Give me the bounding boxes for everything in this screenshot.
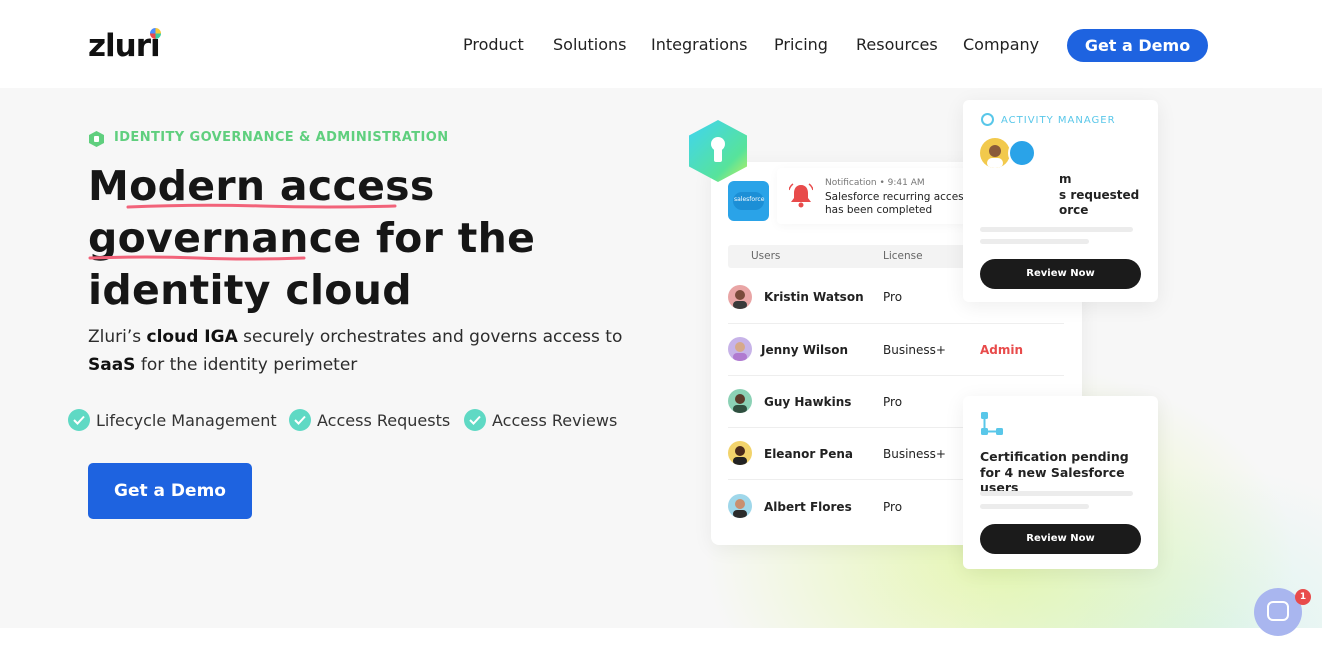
subtitle-text: for the identity perimeter — [135, 355, 358, 375]
zluri-logo[interactable]: zluri — [88, 28, 161, 64]
hero-subtitle: Zluri’s cloud IGA securely orchestrates … — [88, 323, 628, 379]
table-row-name: Eleanor Pena — [764, 447, 854, 461]
table-row-name: Kristin Watson — [764, 290, 864, 304]
feature-access-requests: Access Requests — [289, 409, 450, 431]
logo-dot-icon — [150, 28, 161, 39]
lock-keyhole-stem — [714, 147, 722, 162]
nav-pricing[interactable]: Pricing — [774, 35, 828, 54]
subtitle-text: securely orchestrates and governs access… — [237, 327, 623, 347]
avatar — [980, 138, 1010, 168]
activity-text-line: s requested — [1059, 187, 1140, 202]
avatar — [728, 285, 752, 309]
hero-headline: Modern access governance for the identit… — [88, 160, 608, 316]
activity-text-line: orce — [1059, 203, 1089, 217]
check-icon — [68, 409, 90, 431]
check-icon — [289, 409, 311, 431]
bell-icon — [789, 183, 813, 208]
salesforce-logo-text: salesforce — [734, 196, 765, 203]
feature-lifecycle: Lifecycle Management — [68, 409, 277, 431]
activity-manager-title: ACTIVITY MANAGER — [1001, 115, 1116, 126]
nav-company[interactable]: Company — [963, 35, 1039, 54]
headline-line-3: identity cloud — [88, 266, 412, 314]
table-row-name: Jenny Wilson — [761, 343, 849, 357]
hero-get-demo-button[interactable]: Get a Demo — [88, 463, 252, 519]
avatar — [728, 337, 752, 361]
subtitle-text: Zluri’s — [88, 327, 147, 347]
table-row-name: Guy Hawkins — [764, 395, 852, 409]
nav-product[interactable]: Product — [463, 35, 524, 54]
table-header-users: Users — [751, 250, 781, 262]
table-header-license: License — [883, 250, 923, 262]
headline-underline — [88, 255, 306, 261]
notification-meta: Notification • 9:41 AM — [825, 178, 925, 188]
placeholder-bar — [980, 491, 1133, 496]
nav-get-demo-button[interactable]: Get a Demo — [1067, 29, 1208, 62]
row-divider — [728, 323, 1064, 324]
feature-label: Access Requests — [317, 410, 451, 430]
placeholder-bar — [980, 239, 1089, 244]
feature-label: Access Reviews — [492, 410, 618, 430]
subtitle-bold: cloud IGA — [146, 327, 238, 347]
chat-unread-badge: 1 — [1295, 589, 1311, 605]
headline-underline — [126, 203, 397, 209]
table-row-license: Pro — [883, 500, 903, 514]
nav-solutions[interactable]: Solutions — [553, 35, 627, 54]
table-row-name: Albert Flores — [764, 500, 852, 514]
check-icon — [464, 409, 486, 431]
activity-text: m s requested orce — [1059, 172, 1139, 219]
certification-text: Certification pending for 4 new Salesfor… — [980, 449, 1129, 495]
row-divider — [728, 375, 1064, 376]
table-row-license: Pro — [883, 290, 903, 304]
chat-icon — [1267, 601, 1289, 621]
activity-text-line: m — [1059, 172, 1072, 186]
avatar — [728, 441, 752, 465]
clock-icon — [981, 113, 994, 126]
table-row-license: Business+ — [883, 343, 946, 357]
workflow-icon — [981, 412, 1003, 435]
admin-role-badge: Admin — [980, 343, 1024, 357]
review-now-button[interactable]: Review Now — [980, 259, 1141, 289]
placeholder-bar — [980, 227, 1133, 232]
nav-integrations[interactable]: Integrations — [651, 35, 748, 54]
subtitle-bold: SaaS — [88, 355, 136, 375]
placeholder-bar — [980, 504, 1089, 509]
salesforce-logo-icon — [1008, 139, 1036, 167]
table-row-license: Pro — [883, 395, 903, 409]
feature-access-reviews: Access Reviews — [464, 409, 617, 431]
table-row-license: Business+ — [883, 447, 946, 461]
feature-label: Lifecycle Management — [96, 410, 277, 430]
avatar — [728, 494, 752, 518]
nav-resources[interactable]: Resources — [856, 35, 938, 54]
avatar — [728, 389, 752, 413]
review-now-button[interactable]: Review Now — [980, 524, 1141, 554]
eyebrow-label: IDENTITY GOVERNANCE & ADMINISTRATION — [114, 130, 449, 145]
